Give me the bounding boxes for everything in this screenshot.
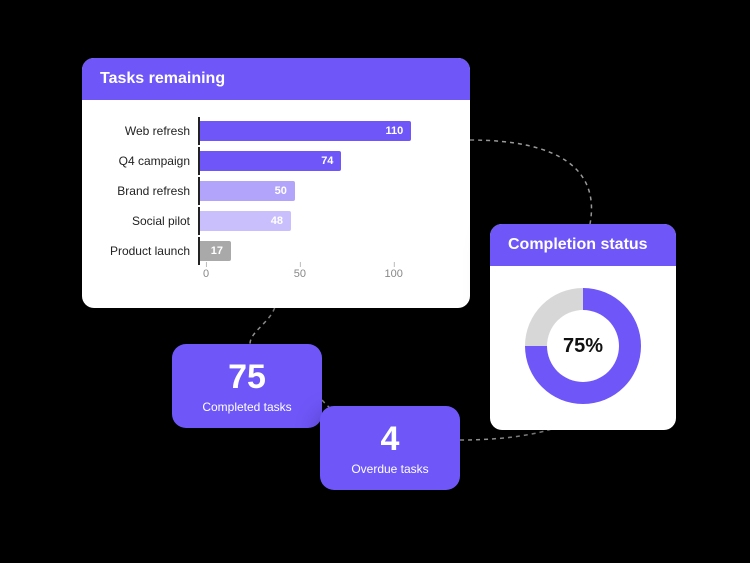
bar-value: 17 xyxy=(211,245,223,257)
completion-donut-chart: 75% xyxy=(490,266,676,430)
completed-tasks-label: Completed tasks xyxy=(192,400,302,414)
completed-tasks-tile: 75 Completed tasks xyxy=(172,344,322,428)
overdue-tasks-value: 4 xyxy=(340,422,440,456)
bar-fill: 74 xyxy=(198,151,341,171)
y-axis-line xyxy=(198,177,200,205)
bar-row: Q4 campaign 74 xyxy=(102,148,450,174)
x-tick: 100 xyxy=(385,268,403,280)
overdue-tasks-label: Overdue tasks xyxy=(340,462,440,476)
bar-value: 74 xyxy=(321,155,333,167)
completion-status-title: Completion status xyxy=(490,224,676,266)
y-axis-line xyxy=(198,237,200,265)
tasks-remaining-title: Tasks remaining xyxy=(82,58,470,100)
tasks-remaining-card: Tasks remaining Web refresh 110 Q4 campaig… xyxy=(82,58,470,308)
bar-label: Product launch xyxy=(102,244,198,258)
bar-row: Web refresh 110 xyxy=(102,118,450,144)
bar-fill: 50 xyxy=(198,181,295,201)
bar-fill: 110 xyxy=(198,121,411,141)
x-axis: 0 50 100 xyxy=(102,268,450,298)
bar-label: Q4 campaign xyxy=(102,154,198,168)
bar-value: 50 xyxy=(275,185,287,197)
bar-row: Social pilot 48 xyxy=(102,208,450,234)
x-tick: 50 xyxy=(294,268,306,280)
completion-percent-label: 75% xyxy=(563,335,603,358)
x-tick: 0 xyxy=(203,268,209,280)
bar-track: 17 xyxy=(198,241,450,261)
bar-row: Product launch 17 xyxy=(102,238,450,264)
bar-track: 110 xyxy=(198,121,450,141)
bar-fill: 48 xyxy=(198,211,291,231)
y-axis-line xyxy=(198,207,200,235)
bar-track: 74 xyxy=(198,151,450,171)
overdue-tasks-tile: 4 Overdue tasks xyxy=(320,406,460,490)
y-axis-line xyxy=(198,147,200,175)
bar-track: 48 xyxy=(198,211,450,231)
bar-label: Web refresh xyxy=(102,124,198,138)
bar-row: Brand refresh 50 xyxy=(102,178,450,204)
bar-label: Brand refresh xyxy=(102,184,198,198)
bar-value: 48 xyxy=(271,215,283,227)
bar-label: Social pilot xyxy=(102,214,198,228)
completed-tasks-value: 75 xyxy=(192,360,302,394)
completion-status-card: Completion status 75% xyxy=(490,224,676,430)
bar-track: 50 xyxy=(198,181,450,201)
tasks-bar-chart: Web refresh 110 Q4 campaign 74 Brand refresh… xyxy=(82,100,470,308)
bar-fill: 17 xyxy=(198,241,231,261)
bar-value: 110 xyxy=(385,125,403,137)
y-axis-line xyxy=(198,117,200,145)
